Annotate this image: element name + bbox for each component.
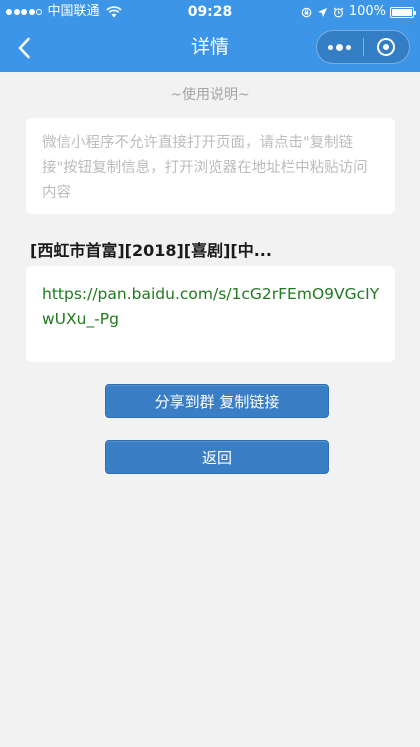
battery-percent: 100% bbox=[348, 4, 386, 19]
rotation-lock-icon bbox=[301, 7, 312, 17]
header: 中国联通 09:28 100% 详情 bbox=[0, 0, 420, 72]
usage-instructions-heading: ~使用说明~ bbox=[170, 87, 250, 103]
target-icon bbox=[377, 38, 396, 56]
status-bar: 中国联通 09:28 100% bbox=[0, 0, 420, 24]
resource-title: [西虹市首富][2018][喜剧][中... bbox=[30, 241, 272, 260]
more-button[interactable] bbox=[317, 31, 363, 63]
return-button[interactable]: 返回 bbox=[105, 440, 329, 474]
more-icon bbox=[327, 43, 353, 51]
location-icon bbox=[317, 7, 327, 17]
copy-link-button[interactable]: 分享到群 复制链接 bbox=[105, 384, 329, 418]
alarm-icon bbox=[333, 6, 344, 17]
close-miniprogram-button[interactable] bbox=[363, 31, 409, 63]
share-link-text[interactable]: https://pan.baidu.com/s/1cG2rFEmO9VGcIYw… bbox=[42, 285, 379, 328]
instructions-text: 微信小程序不允许直接打开页面，请点击"复制链接"按钮复制信息，打开浏览器在地址栏… bbox=[42, 135, 368, 201]
battery-icon bbox=[390, 6, 416, 18]
nav-bar: 详情 bbox=[0, 24, 420, 72]
status-right: 100% bbox=[301, 0, 416, 24]
instructions-card: 微信小程序不允许直接打开页面，请点击"复制链接"按钮复制信息，打开浏览器在地址栏… bbox=[26, 118, 395, 214]
link-card: https://pan.baidu.com/s/1cG2rFEmO9VGcIYw… bbox=[26, 266, 395, 362]
capsule-menu bbox=[316, 30, 410, 64]
